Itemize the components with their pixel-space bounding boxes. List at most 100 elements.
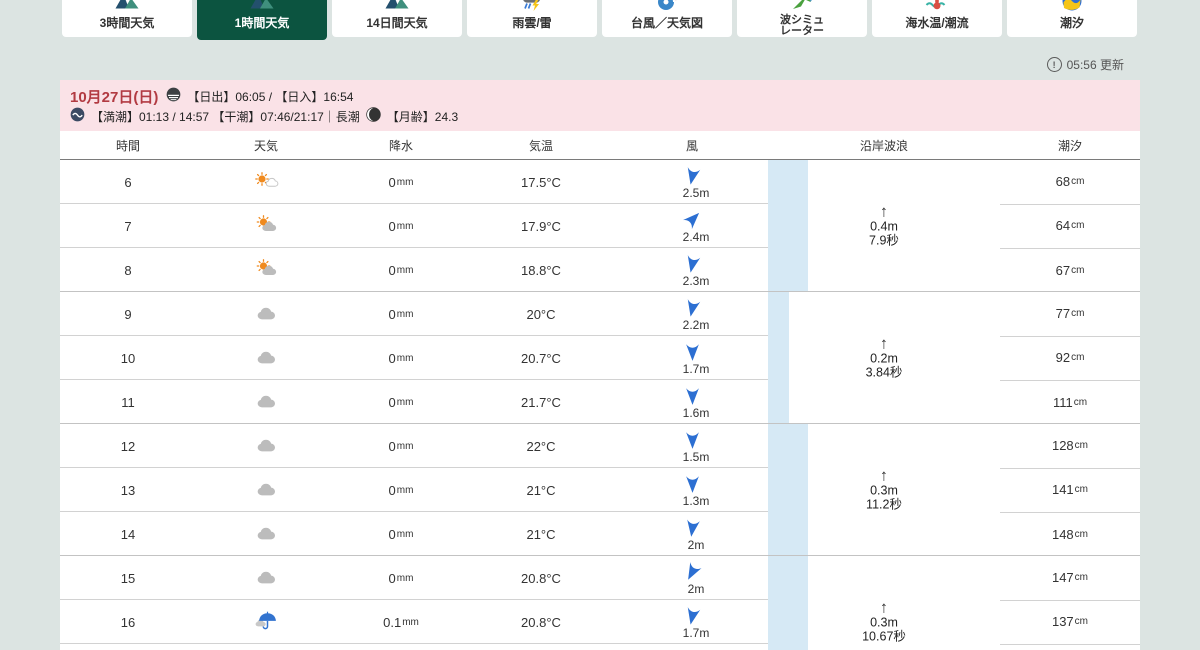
tide-cell: 147 cm [1000, 556, 1140, 601]
update-time-label: 05:56 更新 [1066, 58, 1124, 72]
sun-behind-cloud-icon [254, 259, 279, 281]
cloudy-icon [256, 393, 277, 412]
time-cell: 10 [120, 350, 136, 366]
temp-cell: 20.8°C [521, 570, 561, 586]
wave-cell [768, 512, 1000, 556]
wave-cell [768, 248, 1000, 292]
tab-1h-weather[interactable]: 1時間天気 [197, 0, 327, 40]
wind-cell: 2.2m [616, 292, 768, 336]
weather-cell [196, 380, 336, 424]
wind-speed: 1.6m [682, 405, 710, 420]
tide-cell: 68 cm [1000, 160, 1140, 205]
tab-label: 潮汐 [1059, 16, 1084, 30]
weather-cell [196, 512, 336, 556]
wind-cell: 2m [616, 556, 768, 600]
cloudy-icon [256, 525, 277, 544]
precip-cell: 0 mm [388, 394, 414, 410]
wind-speed: 2m [687, 537, 705, 552]
cloudy-icon [256, 305, 277, 324]
temp-cell: 22°C [526, 438, 556, 454]
weather-cell [196, 424, 336, 468]
moon-age-text: 【月齢】24.3 [386, 109, 459, 124]
wind-cell: 2.3m [616, 248, 768, 292]
table-row: 6 0 mm 17.5°C 2.5m 68 cm [60, 160, 1140, 205]
wave-cell [768, 204, 1000, 248]
top-nav-tabs: 3時間天気 1時間天気 14日間天気 雨雲/雷 台風／天気図 波シミュ レーター 海水温/潮流… [62, 0, 1137, 40]
tide-cell: 67 cm [1055, 262, 1085, 278]
weather-cell [196, 468, 336, 512]
column-header: 降水 [388, 138, 413, 153]
tab-rain-radar[interactable]: 雨雲/雷 [467, 0, 597, 37]
tide-cell: 92 cm [1000, 336, 1140, 381]
tab-sea-temp-current[interactable]: 海水温/潮流 [872, 0, 1002, 37]
wind-speed: 1.7m [682, 625, 710, 640]
tide-wave-icon [70, 107, 85, 125]
wave-cell [768, 160, 1000, 204]
precip-cell: 0 mm [388, 218, 414, 234]
wind-speed: 1.3m [682, 493, 710, 508]
wind-direction-icon [684, 473, 701, 497]
daylight-text: 【日出】06:05 / 【日入】16:54 [187, 89, 354, 104]
weather-cell [196, 600, 336, 644]
moon-phase-icon [366, 107, 381, 125]
update-time: ! 05:56 更新 [1046, 56, 1124, 73]
wind-speed: 2.2m [682, 317, 710, 332]
update-alert-icon: ! [1046, 57, 1062, 72]
tide-cell: 137 cm [1000, 600, 1140, 645]
table-row: 16 0.1 mm 20.8°C 1.7m 137 cm [60, 600, 1140, 645]
tide-icon [1007, 0, 1137, 13]
sunrise-icon [166, 87, 181, 105]
wind-direction-icon [684, 517, 701, 541]
wind-cell: 1.3m [616, 468, 768, 512]
tab-tide[interactable]: 潮汐 [1007, 0, 1137, 37]
cloudy-icon [256, 437, 277, 456]
wave-cell [768, 380, 1000, 424]
tab-label: 波シミュ レーター [780, 14, 824, 37]
wind-cell: 1.5m [616, 424, 768, 468]
table-row: 7 0 mm 17.9°C 2.4m 64 cm [60, 204, 1140, 249]
column-header: 天気 [253, 138, 278, 153]
time-cell: 7 [124, 218, 132, 234]
tab-typhoon-map[interactable]: 台風／天気図 [602, 0, 732, 37]
table-row: 10 0 mm 20.7°C 1.7m 92 cm [60, 336, 1140, 381]
precip-cell: 0 mm [388, 350, 414, 366]
wave-simulator-icon [737, 0, 867, 13]
time-cell: 17 [60, 644, 196, 650]
precip-cell: 0 mm [388, 262, 414, 278]
temp-cell: 17.9°C [521, 218, 561, 234]
tab-3h-weather[interactable]: 3時間天気 [62, 0, 192, 37]
rain-umbrella-icon [254, 611, 279, 634]
tab-label: 1時間天気 [234, 16, 290, 30]
wind-cell: 2m [616, 512, 768, 556]
column-header: 風 [685, 138, 698, 153]
sun-cloud-icon [253, 171, 280, 193]
wind-speed: 1.5m [682, 449, 710, 464]
column-header: 潮汐 [1057, 138, 1082, 153]
tab-wave-simulator[interactable]: 波シミュ レーター [737, 0, 867, 37]
time-cell: 13 [120, 482, 136, 498]
wave-cell [768, 644, 1000, 650]
time-cell: 11 [121, 394, 135, 410]
date-title: 10月27日(日) [70, 88, 159, 106]
temp-cell: 21°C [526, 526, 556, 542]
wind-cell [616, 644, 768, 650]
time-cell: 8 [124, 262, 132, 278]
wind-speed: 2.5m [682, 185, 710, 200]
cloudy-icon [256, 349, 277, 368]
wave-cell [768, 424, 1000, 468]
precip-cell: 0.1 mm [383, 614, 419, 630]
precip-cell: 0 mm [388, 482, 414, 498]
tide-info-text: 【満潮】01:13 / 14:57 【干潮】07:46/21:17｜長潮 [91, 109, 360, 124]
precip-cell: 0 mm [388, 306, 414, 322]
tab-14d-weather[interactable]: 14日間天気 [332, 0, 462, 37]
wind-direction-icon [684, 605, 701, 629]
precip-cell: 0 mm [388, 174, 414, 190]
table-row: 9 0 mm 20°C 2.2m 77 cm [60, 292, 1140, 337]
mountain-weather-icon [197, 0, 327, 13]
tab-label: 台風／天気図 [630, 16, 703, 30]
weather-cell [196, 556, 336, 600]
temp-cell: 17.5°C [521, 174, 561, 190]
rain-lightning-icon [467, 0, 597, 13]
wind-cell: 2.5m [616, 160, 768, 204]
tab-label: 14日間天気 [366, 16, 428, 30]
